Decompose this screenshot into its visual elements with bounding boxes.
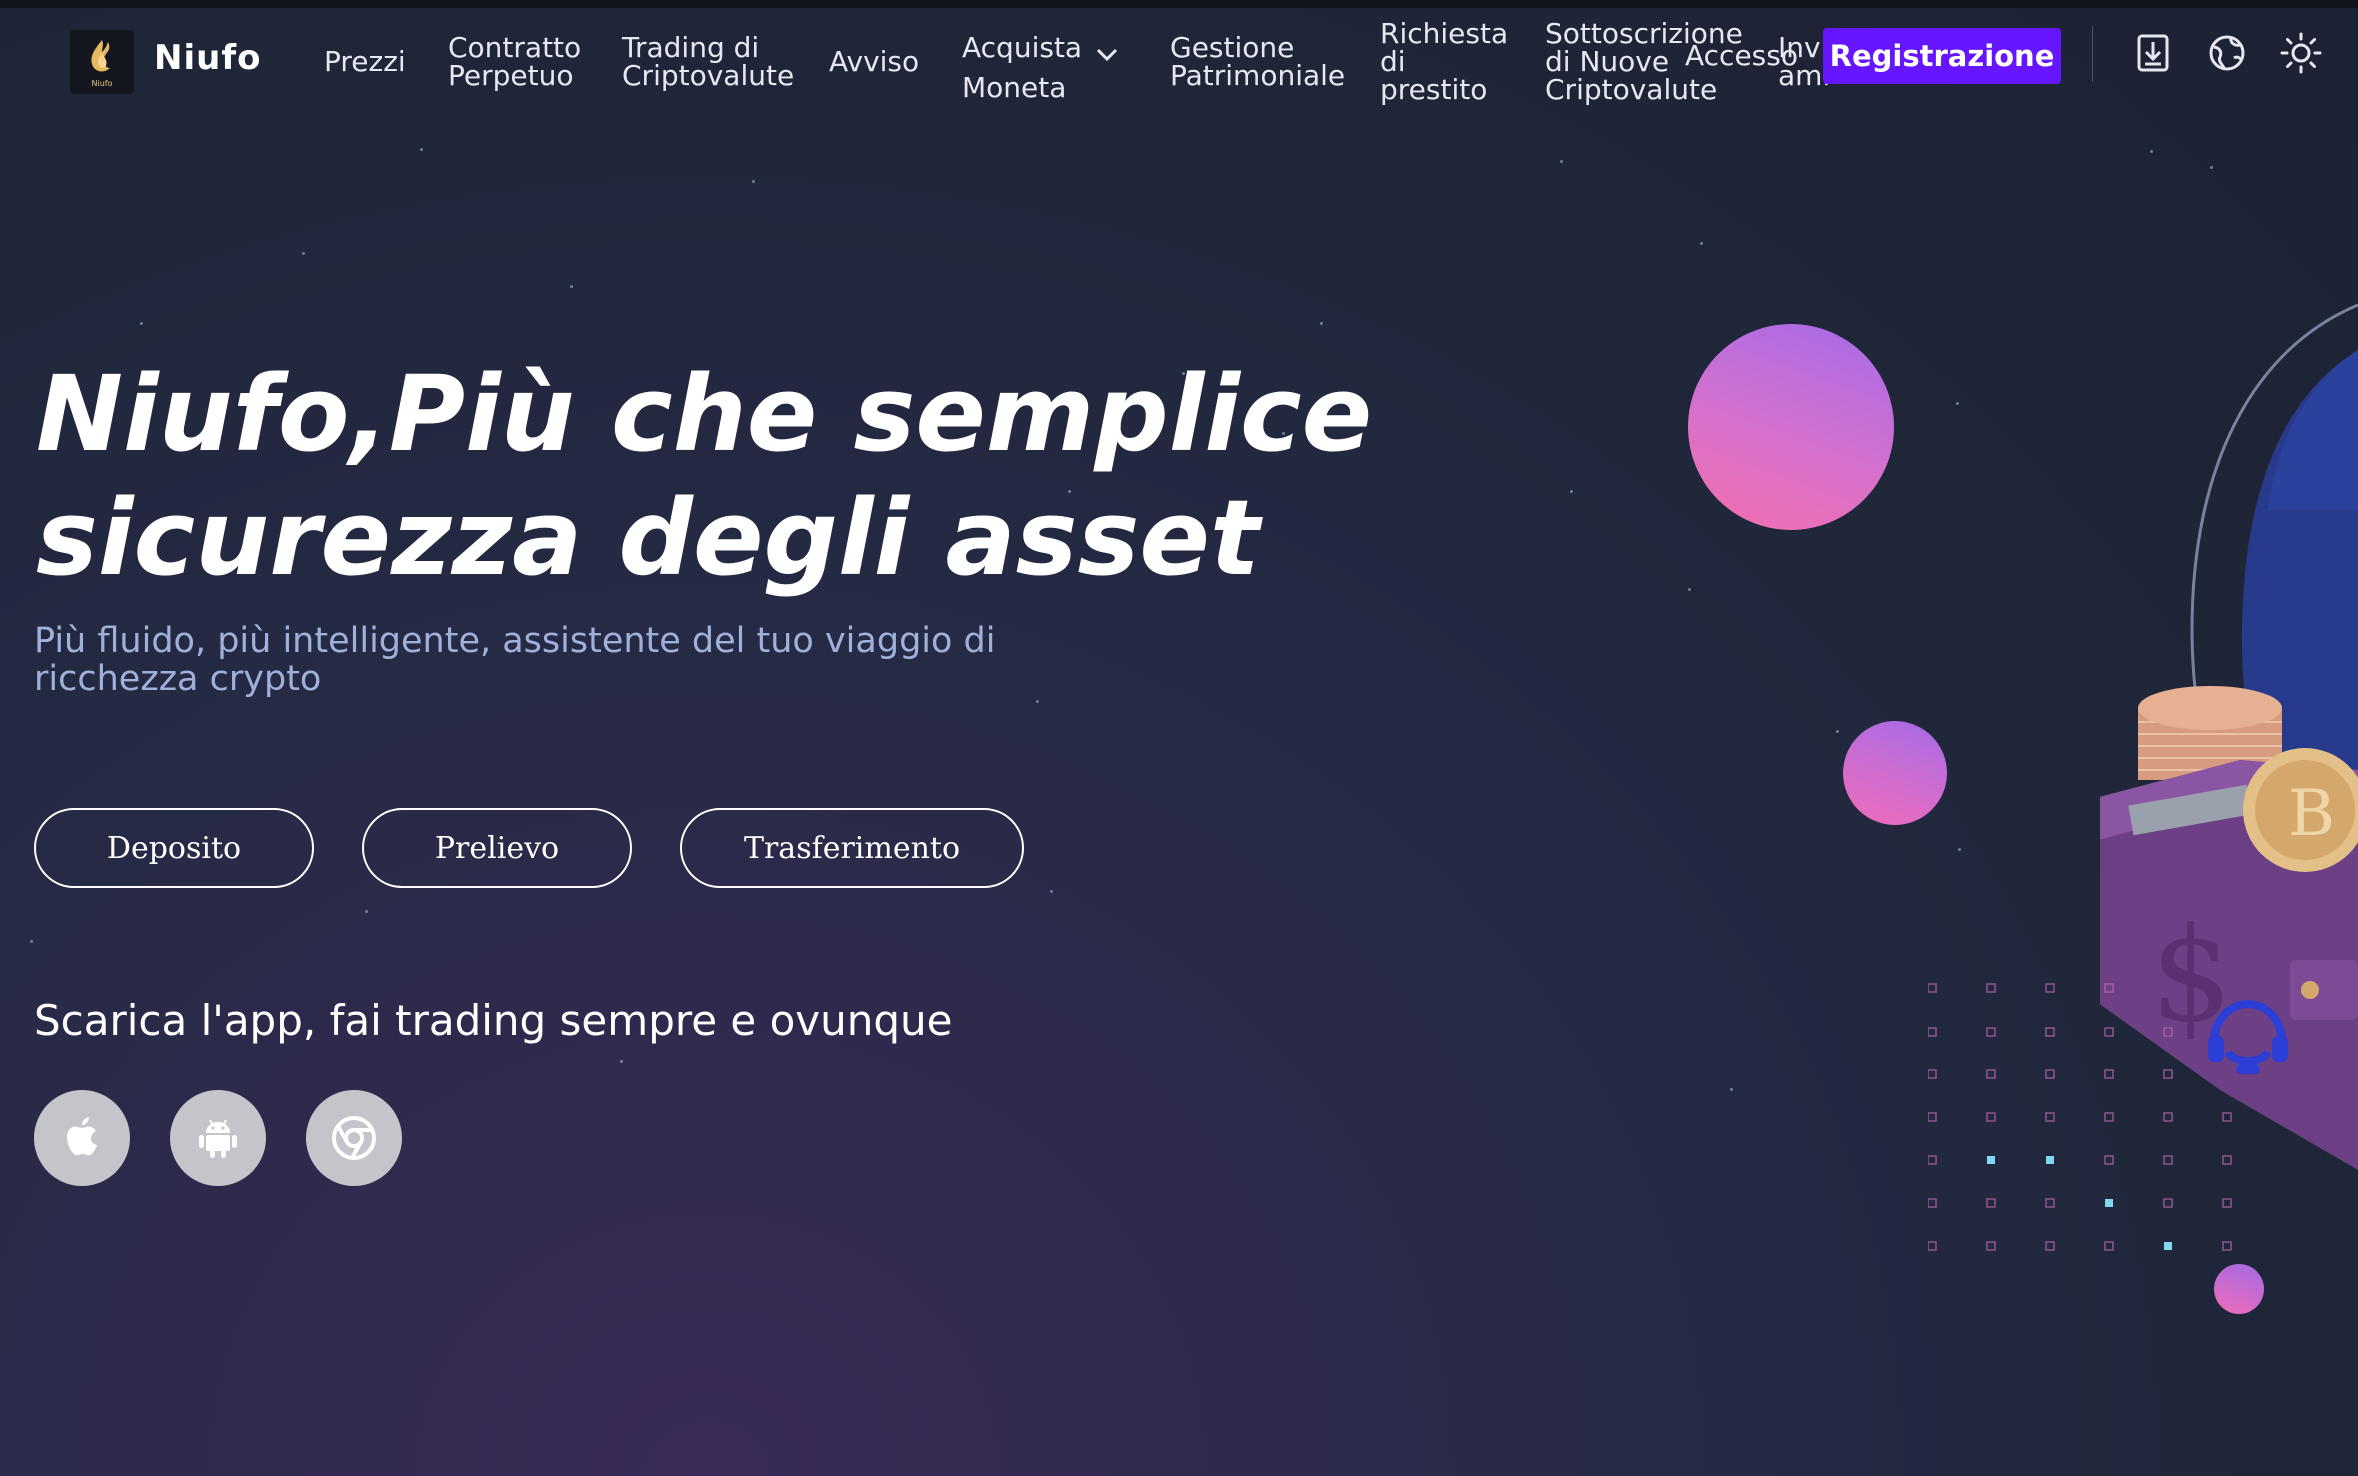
nav-avviso[interactable]: Avviso <box>829 48 919 76</box>
pink-orb-medium <box>1843 721 1947 825</box>
pink-orb-large <box>1688 324 1894 530</box>
nav-trading-criptovalute[interactable]: Trading di Criptovalute <box>622 34 794 90</box>
nav-label: Richiesta <box>1380 17 1509 50</box>
download-icon[interactable] <box>2130 30 2176 76</box>
nav-label: Patrimoniale <box>1170 59 1346 92</box>
download-title: Scarica l'app, fai trading sempre e ovun… <box>34 996 953 1045</box>
android-icon <box>199 1119 237 1158</box>
nav-label: Criptovalute <box>622 59 795 92</box>
nav-contratto-perpetuo[interactable]: Contratto Perpetuo <box>448 34 581 90</box>
flame-logo-icon <box>91 40 110 72</box>
nav-label: prestito <box>1380 73 1488 106</box>
nav-label: Contratto <box>448 31 582 64</box>
nav-richiesta-prestito[interactable]: Richiesta di prestito <box>1380 20 1508 104</box>
hero-title: Niufo,Più che semplice sicurezza degli a… <box>36 352 1372 600</box>
brand-name[interactable]: Niufo <box>154 38 261 78</box>
nav-label: Prezzi <box>324 45 406 78</box>
nav-label: Moneta <box>962 71 1067 104</box>
register-button[interactable]: Registrazione <box>1823 28 2061 84</box>
headset-support-icon[interactable] <box>2200 990 2296 1086</box>
chrome-icon <box>332 1116 376 1160</box>
globe-icon[interactable] <box>2204 30 2250 76</box>
header-divider <box>2092 26 2093 82</box>
nav-label: Trading di <box>622 31 760 64</box>
nav-label: di <box>1380 45 1406 78</box>
android-download-button[interactable] <box>170 1090 266 1186</box>
brand-logo[interactable]: Niufo <box>70 30 134 94</box>
nav-label: Gestione <box>1170 31 1295 64</box>
logo-text: Niufo <box>91 79 113 88</box>
nav-label: Criptovalute <box>1545 73 1718 106</box>
nav-acquista-moneta[interactable]: Acquista Moneta <box>962 28 1082 108</box>
nav-prezzi[interactable]: Prezzi <box>324 48 406 76</box>
hero-subtitle: Più fluido, più intelligente, assistente… <box>34 621 996 699</box>
deposit-button[interactable]: Deposito <box>34 808 314 888</box>
hero-title-line-2: sicurezza degli asset <box>36 477 1260 599</box>
window-top-strip <box>0 0 2358 8</box>
nav-label: Acquista <box>962 31 1083 64</box>
ios-download-button[interactable] <box>34 1090 130 1186</box>
web-download-button[interactable] <box>306 1090 402 1186</box>
transfer-button[interactable]: Trasferimento <box>680 808 1024 888</box>
svg-text:B: B <box>2288 777 2335 851</box>
withdraw-button[interactable]: Prelievo <box>362 808 632 888</box>
chevron-down-icon[interactable] <box>1096 48 1118 62</box>
nav-label: Avviso <box>829 45 920 78</box>
nav-label: Perpetuo <box>448 59 574 92</box>
pink-orb-small <box>2214 1264 2264 1314</box>
apple-icon <box>67 1117 97 1156</box>
sun-icon[interactable] <box>2278 30 2324 76</box>
hero-title-line-1: Niufo,Più che semplice <box>36 353 1373 475</box>
nav-gestione-patrimoniale[interactable]: Gestione Patrimoniale <box>1170 34 1345 90</box>
